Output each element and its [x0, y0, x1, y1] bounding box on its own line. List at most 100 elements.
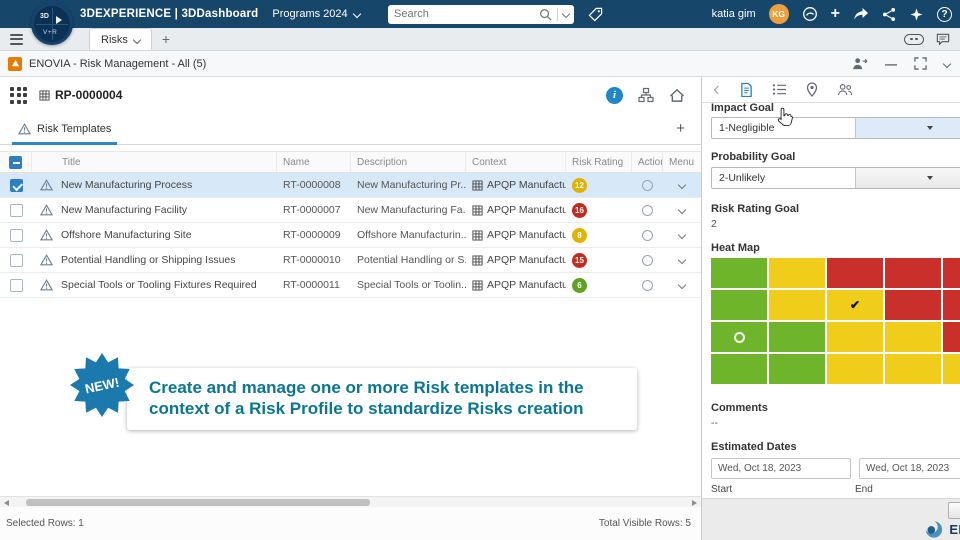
row-menu-chevron-icon[interactable] [678, 256, 686, 264]
risk-template-icon [40, 204, 53, 216]
collapse-chevron-icon[interactable] [943, 59, 951, 67]
table-row[interactable]: New Manufacturing Process RT-0000008 New… [0, 173, 701, 198]
add-tab-button[interactable]: + [162, 32, 170, 46]
horizontal-scrollbar[interactable] [0, 496, 701, 507]
heatmap-cell-r2c2[interactable] [827, 322, 883, 352]
select-all-checkbox[interactable] [9, 156, 22, 169]
heatmap-cell-r2c3[interactable] [885, 322, 941, 352]
probability-goal-select[interactable]: 2-Unlikely [711, 167, 960, 189]
search-icon[interactable] [539, 8, 552, 21]
row-title[interactable]: New Manufacturing Facility [61, 204, 187, 216]
row-menu-chevron-icon[interactable] [678, 206, 686, 214]
column-context[interactable]: Context [466, 152, 566, 172]
tag-icon[interactable] [588, 7, 603, 22]
heatmap-cell-r2c1[interactable] [769, 322, 825, 352]
tab-risks[interactable]: Risks [89, 28, 152, 50]
row-action-radio[interactable] [642, 180, 653, 191]
heatmap-cell-r2c4[interactable] [943, 322, 960, 352]
scroll-right-arrow[interactable] [692, 500, 697, 506]
location-tab-icon[interactable] [806, 82, 818, 97]
end-date-field[interactable] [859, 458, 960, 479]
row-checkbox[interactable] [10, 204, 23, 217]
heatmap-cell-r1c1[interactable] [769, 290, 825, 320]
home-icon[interactable] [669, 88, 685, 103]
heatmap-cell-r0c2[interactable] [827, 258, 883, 288]
row-action-radio[interactable] [642, 230, 653, 241]
heatmap-cell-r1c0[interactable] [711, 290, 767, 320]
row-menu-chevron-icon[interactable] [678, 231, 686, 239]
impact-goal-dropdown-button[interactable] [855, 118, 960, 138]
row-title[interactable]: New Manufacturing Process [61, 179, 192, 191]
table-row[interactable]: New Manufacturing Facility RT-0000007 Ne… [0, 198, 701, 223]
comments-icon[interactable] [936, 33, 950, 46]
programs-menu[interactable]: Programs 2024 [272, 8, 359, 20]
minimize-icon[interactable]: — [885, 58, 897, 70]
user-name[interactable]: katia gim [712, 8, 756, 20]
search-input[interactable] [388, 8, 539, 20]
row-action-radio[interactable] [642, 205, 653, 216]
table-row[interactable]: Potential Handling or Shipping Issues RT… [0, 248, 701, 273]
panel-prev-icon[interactable] [714, 85, 722, 93]
heatmap-cell-r2c0[interactable] [711, 322, 767, 352]
row-checkbox[interactable] [10, 279, 23, 292]
share-nodes-icon[interactable] [882, 7, 896, 22]
assistant-icon[interactable] [802, 6, 818, 22]
share-arrow-icon[interactable] [853, 7, 869, 21]
horizontal-scrollbar-thumb[interactable] [26, 499, 370, 506]
visibility-toggle-icon[interactable] [904, 34, 924, 45]
properties-panel: Impact Goal 1-Negligible Probability Goa… [702, 77, 960, 540]
menu-icon[interactable] [10, 34, 23, 45]
heatmap-cell-r3c0[interactable] [711, 354, 767, 384]
heatmap-cell-r3c4[interactable] [943, 354, 960, 384]
column-name[interactable]: Name [277, 152, 351, 172]
info-icon[interactable]: i [606, 87, 623, 104]
column-description[interactable]: Description [351, 152, 466, 172]
structure-icon[interactable] [638, 87, 654, 103]
heatmap-cell-r0c3[interactable] [885, 258, 941, 288]
column-action[interactable]: Action [632, 152, 663, 172]
column-risk-rating[interactable]: Risk Rating [566, 152, 632, 172]
row-action-radio[interactable] [642, 280, 653, 291]
table-row[interactable]: Special Tools or Tooling Fixtures Requir… [0, 273, 701, 298]
avatar[interactable]: KG [769, 4, 789, 24]
sparkles-icon[interactable] [909, 7, 924, 22]
row-title[interactable]: Special Tools or Tooling Fixtures Requir… [61, 279, 257, 291]
start-date-field[interactable] [711, 458, 851, 479]
tab-risk-templates[interactable]: Risk Templates [12, 113, 117, 144]
compass-logo[interactable]: 3D V+R [31, 3, 73, 45]
impact-goal-select[interactable]: 1-Negligible [711, 117, 960, 139]
heatmap-cell-r0c0[interactable] [711, 258, 767, 288]
row-checkbox[interactable] [10, 254, 23, 267]
add-icon[interactable]: + [831, 6, 840, 22]
person-arrow-icon[interactable] [852, 57, 868, 70]
row-title[interactable]: Offshore Manufacturing Site [61, 229, 192, 241]
add-view-button[interactable]: + [676, 121, 685, 136]
scroll-left-arrow[interactable] [4, 500, 9, 506]
heatmap-cell-r1c2[interactable]: ✔ [827, 290, 883, 320]
row-title[interactable]: Potential Handling or Shipping Issues [61, 254, 236, 266]
heatmap-cell-r3c3[interactable] [885, 354, 941, 384]
row-menu-chevron-icon[interactable] [678, 181, 686, 189]
close-button[interactable]: Close [948, 502, 960, 519]
heatmap-cell-r0c4[interactable] [943, 258, 960, 288]
probability-goal-dropdown-button[interactable] [855, 168, 960, 188]
search-options-chevron-icon[interactable] [562, 10, 570, 18]
table-row[interactable]: Offshore Manufacturing Site RT-0000009 O… [0, 223, 701, 248]
heatmap-cell-r3c2[interactable] [827, 354, 883, 384]
heatmap-cell-r0c1[interactable] [769, 258, 825, 288]
app-grid-icon[interactable] [10, 87, 27, 104]
row-action-radio[interactable] [642, 255, 653, 266]
column-menu[interactable]: Menu [663, 152, 701, 172]
members-tab-icon[interactable] [837, 83, 853, 96]
expand-icon[interactable] [914, 57, 927, 70]
help-icon[interactable]: ? [937, 7, 952, 22]
heatmap-cell-r1c3[interactable] [885, 290, 941, 320]
document-tab-icon[interactable] [740, 82, 753, 97]
heatmap-cell-r1c4[interactable] [943, 290, 960, 320]
checklist-tab-icon[interactable] [772, 83, 787, 96]
row-checkbox[interactable] [10, 229, 23, 242]
column-title[interactable]: Title [32, 152, 277, 172]
row-menu-chevron-icon[interactable] [678, 281, 686, 289]
row-checkbox[interactable] [10, 179, 23, 192]
heatmap-cell-r3c1[interactable] [769, 354, 825, 384]
